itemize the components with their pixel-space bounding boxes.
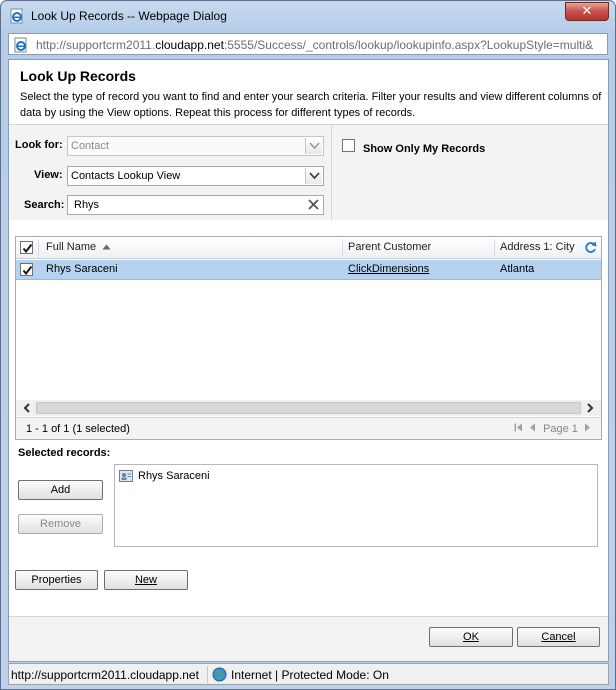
close-icon: ✕ xyxy=(581,4,593,19)
selected-record-item[interactable]: Rhys Saraceni xyxy=(138,470,210,482)
column-header-parent-customer[interactable]: Parent Customer xyxy=(348,241,431,253)
address-url: http://supportcrm2011.cloudapp.net:5555/… xyxy=(36,38,606,52)
chevron-down-icon xyxy=(309,142,320,150)
refresh-icon[interactable] xyxy=(584,241,597,254)
status-url: http://supportcrm2011.cloudapp.net xyxy=(11,668,199,682)
criteria-fields: Look for: Contact View: Contacts Lookup … xyxy=(9,125,332,220)
status-bar: http://supportcrm2011.cloudapp.net Inter… xyxy=(8,663,609,685)
dropdown-button[interactable] xyxy=(305,168,322,184)
remove-button[interactable]: Remove xyxy=(18,514,103,534)
page-number: Page 1 xyxy=(543,423,578,435)
show-only-my-records-label: Show Only My Records xyxy=(363,143,486,155)
dialog-window: Look Up Records -- Webpage Dialog ✕ http… xyxy=(0,0,616,690)
ok-button[interactable]: OK xyxy=(429,627,513,647)
column-separator xyxy=(38,239,39,256)
cancel-button[interactable]: Cancel xyxy=(517,627,600,647)
column-header-city[interactable]: Address 1: City xyxy=(500,241,575,253)
title-bar: Look Up Records -- Webpage Dialog ✕ xyxy=(1,1,615,31)
clear-search-button[interactable] xyxy=(306,198,321,212)
contact-record-icon xyxy=(119,469,133,483)
address-bar: http://supportcrm2011.cloudapp.net:5555/… xyxy=(8,33,608,55)
look-for-label: Look for: xyxy=(15,139,63,151)
view-label: View: xyxy=(34,169,63,181)
record-count: 1 - 1 of 1 (1 selected) xyxy=(26,423,130,435)
search-criteria-panel: Look for: Contact View: Contacts Lookup … xyxy=(9,124,608,220)
scroll-right-icon[interactable] xyxy=(585,403,595,413)
search-input[interactable]: Rhys xyxy=(67,195,324,215)
security-zone: Internet | Protected Mode: On xyxy=(231,668,389,682)
ok-button-label: OK xyxy=(463,631,479,643)
url-suffix: :5555/Success/_controls/lookup/lookupinf… xyxy=(223,38,594,52)
ie-page-icon xyxy=(13,37,29,53)
cell-city: Atlanta xyxy=(500,263,535,275)
add-button[interactable]: Add xyxy=(18,480,103,500)
horizontal-scrollbar[interactable] xyxy=(16,400,601,416)
look-for-value: Contact xyxy=(71,140,109,152)
ie-page-icon xyxy=(9,8,25,24)
new-button[interactable]: New xyxy=(104,570,188,590)
grid-header: Full Name Parent Customer Address 1: Cit… xyxy=(16,237,601,259)
column-header-full-name[interactable]: Full Name xyxy=(46,241,111,253)
view-value: Contacts Lookup View xyxy=(71,170,181,182)
row-checkbox[interactable] xyxy=(20,263,33,276)
chevron-down-icon xyxy=(309,172,320,180)
new-button-label: New xyxy=(134,574,157,586)
status-separator xyxy=(207,666,208,683)
checkmark-icon xyxy=(22,265,33,276)
select-all-checkbox[interactable] xyxy=(20,241,33,254)
search-label: Search: xyxy=(24,199,65,211)
selected-records-list: Rhys Saraceni xyxy=(114,464,598,547)
url-prefix: http://supportcrm2011. xyxy=(36,38,156,52)
page-title: Look Up Records xyxy=(20,68,136,84)
pager: Page 1 xyxy=(514,423,591,435)
scroll-left-icon[interactable] xyxy=(22,403,32,413)
grid-footer: 1 - 1 of 1 (1 selected) Page 1 xyxy=(16,417,601,439)
selected-records-label: Selected records: xyxy=(18,447,111,459)
dialog-content: Look Up Records Select the type of recor… xyxy=(8,59,609,662)
dialog-footer: OK Cancel xyxy=(9,616,608,661)
results-grid: Full Name Parent Customer Address 1: Cit… xyxy=(15,236,602,440)
scrollbar-thumb[interactable] xyxy=(36,402,581,414)
url-domain: cloudapp.net xyxy=(155,38,224,52)
sort-ascending-icon xyxy=(102,244,111,250)
window-title: Look Up Records -- Webpage Dialog xyxy=(31,9,227,23)
dropdown-button[interactable] xyxy=(305,138,322,154)
column-label: Full Name xyxy=(46,241,97,253)
look-for-select[interactable]: Contact xyxy=(67,136,324,156)
table-row[interactable]: Rhys Saraceni ClickDimensions Atlanta xyxy=(16,260,601,280)
checkmark-icon xyxy=(22,243,33,254)
properties-button[interactable]: Properties xyxy=(15,570,98,590)
view-select[interactable]: Contacts Lookup View xyxy=(67,166,324,186)
clear-x-icon xyxy=(308,199,319,210)
close-button[interactable]: ✕ xyxy=(565,2,609,21)
previous-page-icon[interactable] xyxy=(529,423,536,432)
next-page-icon[interactable] xyxy=(584,423,591,432)
cancel-button-label: Cancel xyxy=(541,631,576,643)
dialog-header: Look Up Records Select the type of recor… xyxy=(9,60,608,124)
search-value: Rhys xyxy=(74,199,100,211)
globe-icon xyxy=(212,667,227,682)
column-separator xyxy=(494,239,495,256)
cell-parent-customer-link[interactable]: ClickDimensions xyxy=(348,263,429,275)
cell-full-name: Rhys Saraceni xyxy=(46,263,118,275)
page-description: Select the type of record you want to fi… xyxy=(20,91,602,119)
first-page-icon[interactable] xyxy=(514,423,523,432)
show-only-my-records-checkbox[interactable] xyxy=(342,139,355,152)
column-separator xyxy=(342,239,343,256)
